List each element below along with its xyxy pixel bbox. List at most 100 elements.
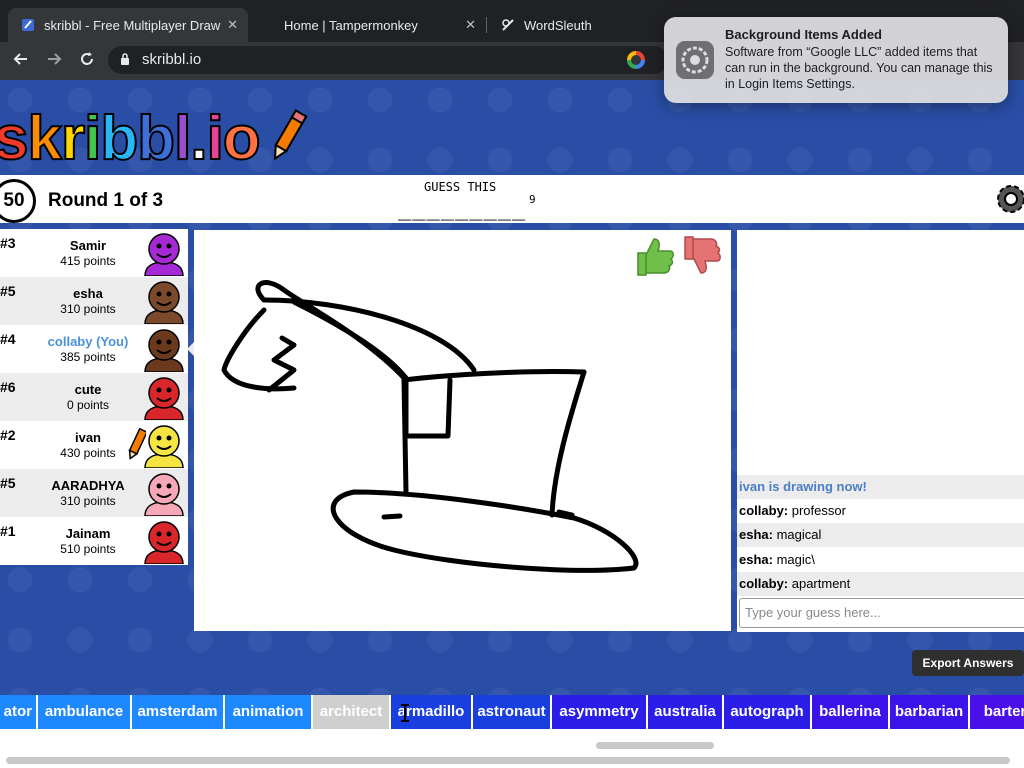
- address-bar[interactable]: skribbl.io: [108, 46, 668, 74]
- brown-avatar-icon: [144, 329, 184, 372]
- chat-message: esha: magic\: [737, 548, 1024, 572]
- player-points: 385 points: [60, 350, 116, 364]
- word-list-strip: ator ambulance amsterdam animation architect…: [0, 695, 1024, 729]
- word-button[interactable]: animation: [225, 695, 311, 729]
- pink-avatar-icon: [144, 473, 184, 516]
- reload-icon: [81, 52, 93, 65]
- tab-close-icon[interactable]: ✕: [227, 17, 238, 33]
- logo-letter: r: [60, 103, 86, 174]
- logo-letter: b: [136, 103, 176, 174]
- logo-letter: i: [83, 103, 102, 174]
- word-button[interactable]: astronaut: [473, 695, 550, 729]
- arrow-right-icon: [48, 53, 62, 65]
- chat-text: professor: [788, 503, 846, 518]
- word-button[interactable]: asymmetry: [552, 695, 646, 729]
- player-name: Jainam: [65, 526, 111, 541]
- red-avatar-icon: [144, 521, 184, 564]
- red-avatar-icon: [144, 377, 184, 420]
- word-button[interactable]: barter: [970, 695, 1024, 729]
- brown-avatar-icon: [144, 281, 184, 324]
- chat-text: magical: [772, 527, 822, 542]
- tab-tampermonkey[interactable]: Home | Tampermonkey ✕: [250, 8, 487, 42]
- player-row[interactable]: #4 collaby (You) 385 points: [0, 325, 188, 373]
- word-button[interactable]: architect: [313, 695, 389, 729]
- page-scrollbar[interactable]: [6, 757, 1010, 764]
- back-button[interactable]: [10, 50, 32, 72]
- word-button[interactable]: australia: [648, 695, 722, 729]
- chat-username: collaby:: [739, 576, 789, 591]
- word-button[interactable]: autograph: [724, 695, 810, 729]
- yellow-avatar-icon: [144, 425, 184, 468]
- player-points: 510 points: [60, 542, 116, 556]
- player-points: 310 points: [60, 302, 116, 316]
- tab-skribbl[interactable]: skribbl - Free Multiplayer Draw ✕: [8, 8, 248, 42]
- player-rank: #4: [0, 331, 16, 347]
- logo-letter: b: [99, 103, 139, 174]
- player-row[interactable]: #5 AARADHYA 310 points: [0, 469, 188, 517]
- drawing-hat-sketch: [221, 280, 639, 573]
- player-points: 0 points: [66, 398, 110, 412]
- player-rank: #2: [0, 427, 16, 443]
- player-rank: #6: [0, 379, 16, 395]
- player-rank: #1: [0, 523, 16, 539]
- word-button[interactable]: barbarian: [890, 695, 968, 729]
- player-row[interactable]: #6 cute 0 points: [0, 373, 188, 421]
- chat-message: collaby: professor: [737, 499, 1024, 523]
- thumbs-down-icon[interactable]: [681, 235, 723, 277]
- player-row[interactable]: #5 esha 310 points: [0, 277, 188, 325]
- gear-settings-icon: [676, 41, 714, 79]
- chat-text: magic\: [772, 552, 815, 567]
- player-name: AARADHYA: [51, 478, 125, 493]
- logo-letter: k: [26, 103, 63, 174]
- player-rank: #5: [0, 475, 16, 491]
- tab-title: WordSleuth: [524, 17, 592, 33]
- thumbs-up-icon[interactable]: [634, 235, 676, 277]
- reload-button[interactable]: [76, 50, 98, 72]
- word-button[interactable]: ballerina: [812, 695, 888, 729]
- player-rank: #5: [0, 283, 16, 299]
- arrow-left-icon: [13, 53, 27, 65]
- notification-title: Background Items Added: [725, 27, 882, 42]
- word-blanks: _________: [398, 196, 527, 221]
- chat-username: esha:: [739, 552, 773, 567]
- logo-letter: l: [173, 103, 192, 174]
- chat-username: esha:: [739, 527, 773, 542]
- chat-system-message: ivan is drawing now!: [737, 475, 1024, 499]
- notification-body: Software from “Google LLC” added items t…: [725, 45, 993, 91]
- export-answers-button[interactable]: Export Answers: [912, 650, 1024, 676]
- tab-title: skribbl - Free Multiplayer Draw: [44, 17, 221, 33]
- player-row[interactable]: #2 ivan 430 points: [0, 421, 188, 469]
- logo-letter: o: [222, 103, 262, 174]
- guess-this-label: GUESS THIS: [424, 180, 497, 194]
- google-icon[interactable]: [627, 51, 645, 69]
- word-button[interactable]: ator: [0, 695, 36, 729]
- player-row[interactable]: #1 Jainam 510 points: [0, 517, 188, 565]
- text-cursor-icon: [401, 704, 409, 722]
- player-name: esha: [73, 286, 103, 301]
- logo-letter: s: [0, 103, 30, 174]
- tab-close-icon[interactable]: ✕: [465, 17, 476, 33]
- chat-guess-input[interactable]: Type your guess here...: [739, 598, 1024, 628]
- system-notification[interactable]: Background Items Added Software from “Go…: [664, 17, 1008, 103]
- player-name: collaby (You): [47, 334, 129, 349]
- word-button[interactable]: amsterdam: [132, 695, 223, 729]
- url-text: skribbl.io: [142, 51, 202, 68]
- player-row[interactable]: #3 Samir 415 points: [0, 229, 188, 277]
- logo-letter: i: [206, 103, 225, 174]
- word-button[interactable]: ambulance: [38, 695, 130, 729]
- settings-gear-icon[interactable]: [991, 180, 1024, 218]
- chat-username: collaby:: [739, 503, 789, 518]
- skribbl-favicon-icon: [20, 17, 36, 33]
- horizontal-scrollbar[interactable]: [596, 742, 714, 749]
- logo-letter: .: [189, 103, 208, 174]
- pencil-logo-icon: [273, 109, 308, 161]
- pencil-drawing-icon: [128, 427, 146, 460]
- drawing-canvas[interactable]: [194, 230, 731, 631]
- tab-wordsleuth[interactable]: WordSleuth: [488, 8, 668, 42]
- forward-button[interactable]: [43, 50, 65, 72]
- player-points: 415 points: [60, 254, 116, 268]
- player-points: 310 points: [60, 494, 116, 508]
- round-indicator: Round 1 of 3: [48, 190, 164, 211]
- player-rank: #3: [0, 235, 16, 251]
- player-name: Samir: [69, 238, 107, 253]
